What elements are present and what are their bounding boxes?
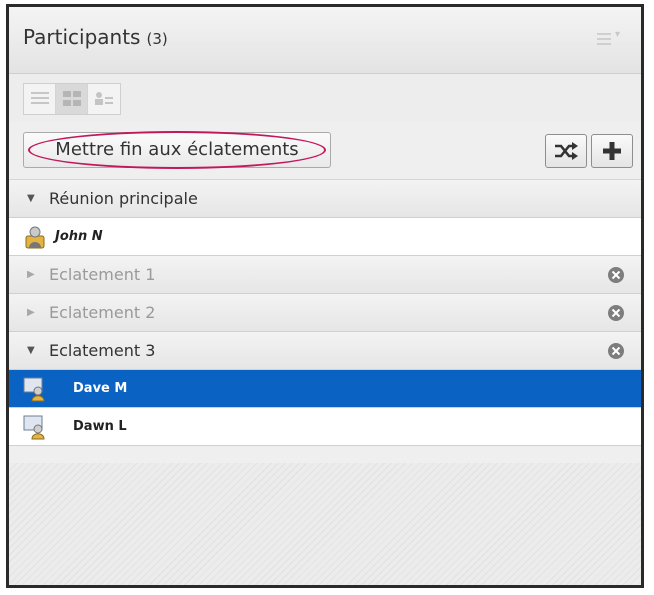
participant-user-icon bbox=[23, 377, 45, 402]
person-list-icon bbox=[95, 92, 113, 105]
group-row-breakout-3[interactable]: ▼ Eclatement 3 bbox=[9, 332, 641, 370]
shuffle-button[interactable] bbox=[545, 134, 587, 168]
group-label: Eclatement 2 bbox=[49, 303, 156, 322]
participant-row[interactable]: Dawn L bbox=[9, 408, 641, 446]
panel-header: Participants (3) ▾ bbox=[9, 7, 641, 74]
group-row-breakout-1[interactable]: ▶ Eclatement 1 bbox=[9, 256, 641, 294]
plus-icon bbox=[603, 142, 621, 160]
chevron-down-icon: ▾ bbox=[615, 29, 621, 40]
participant-name: John N bbox=[55, 229, 103, 244]
host-user-icon bbox=[25, 226, 45, 249]
close-breakout-icon[interactable] bbox=[607, 266, 625, 284]
expanded-triangle-icon[interactable]: ▼ bbox=[27, 345, 35, 356]
group-row-main-room[interactable]: ▼ Réunion principale bbox=[9, 180, 641, 218]
participant-name: Dawn L bbox=[73, 419, 127, 434]
view-button-group bbox=[23, 83, 121, 115]
group-label: Réunion principale bbox=[49, 189, 198, 208]
participants-panel: Participants (3) ▾ Mettre fin aux éclate… bbox=[6, 4, 644, 588]
group-label: Eclatement 3 bbox=[49, 341, 156, 360]
close-breakout-icon[interactable] bbox=[607, 304, 625, 322]
end-breakouts-button[interactable]: Mettre fin aux éclatements bbox=[23, 131, 331, 169]
participant-row-selected[interactable]: Dave M bbox=[9, 370, 641, 408]
add-breakout-button[interactable] bbox=[591, 134, 633, 168]
panel-title-text: Participants bbox=[23, 25, 141, 49]
presenter-view-button[interactable] bbox=[88, 84, 120, 114]
menu-lines-icon bbox=[597, 33, 611, 48]
end-breakouts-label: Mettre fin aux éclatements bbox=[55, 139, 299, 160]
participant-user-icon bbox=[23, 415, 45, 440]
collapsed-triangle-icon[interactable]: ▶ bbox=[27, 307, 35, 318]
close-breakout-icon[interactable] bbox=[607, 342, 625, 360]
panel-title: Participants (3) bbox=[23, 25, 168, 49]
list-view-icon bbox=[30, 92, 49, 104]
grid-view-icon bbox=[62, 91, 81, 106]
breakout-view-button[interactable] bbox=[56, 84, 88, 114]
list-view-button[interactable] bbox=[24, 84, 56, 114]
empty-list-area bbox=[9, 463, 641, 585]
collapsed-triangle-icon[interactable]: ▶ bbox=[27, 269, 35, 280]
shuffle-icon bbox=[555, 142, 578, 160]
participant-count: (3) bbox=[146, 30, 168, 48]
breakout-action-bar: Mettre fin aux éclatements bbox=[9, 123, 641, 180]
participant-row[interactable]: John N bbox=[9, 218, 641, 256]
group-row-breakout-2[interactable]: ▶ Eclatement 2 bbox=[9, 294, 641, 332]
participant-name: Dave M bbox=[73, 381, 128, 396]
group-label: Eclatement 1 bbox=[49, 265, 156, 284]
view-toolbar bbox=[9, 74, 641, 122]
expanded-triangle-icon[interactable]: ▼ bbox=[27, 193, 35, 204]
panel-options-menu[interactable]: ▾ bbox=[597, 29, 627, 49]
